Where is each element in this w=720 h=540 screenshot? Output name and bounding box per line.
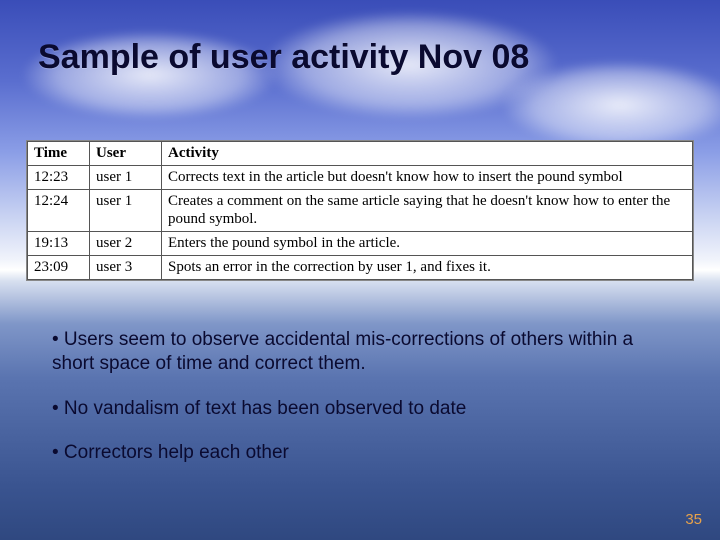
cell-activity: Creates a comment on the same article sa…: [162, 189, 693, 232]
activity-table: Time User Activity 12:23 user 1 Corrects…: [27, 141, 693, 280]
table-row: 12:24 user 1 Creates a comment on the sa…: [28, 189, 693, 232]
cell-user: user 3: [90, 255, 162, 279]
table-header-row: Time User Activity: [28, 142, 693, 166]
col-time: Time: [28, 142, 90, 166]
cell-activity: Enters the pound symbol in the article.: [162, 232, 693, 256]
slide-title: Sample of user activity Nov 08: [38, 38, 682, 77]
table-row: 19:13 user 2 Enters the pound symbol in …: [28, 232, 693, 256]
slide: Sample of user activity Nov 08 Time User…: [0, 0, 720, 540]
col-user: User: [90, 142, 162, 166]
table-row: 12:23 user 1 Corrects text in the articl…: [28, 165, 693, 189]
col-activity: Activity: [162, 142, 693, 166]
page-number: 35: [685, 511, 702, 528]
bullet-item: • Users seem to observe accidental mis-c…: [52, 328, 668, 377]
cell-time: 12:23: [28, 165, 90, 189]
cell-user: user 1: [90, 165, 162, 189]
bullet-item: • Correctors help each other: [52, 441, 668, 465]
cell-time: 19:13: [28, 232, 90, 256]
activity-table-wrap: Time User Activity 12:23 user 1 Corrects…: [26, 140, 694, 281]
cell-time: 12:24: [28, 189, 90, 232]
bullet-list: • Users seem to observe accidental mis-c…: [52, 328, 668, 485]
cell-activity: Spots an error in the correction by user…: [162, 255, 693, 279]
cell-time: 23:09: [28, 255, 90, 279]
cell-user: user 1: [90, 189, 162, 232]
table-row: 23:09 user 3 Spots an error in the corre…: [28, 255, 693, 279]
bullet-item: • No vandalism of text has been observed…: [52, 397, 668, 421]
cell-user: user 2: [90, 232, 162, 256]
cell-activity: Corrects text in the article but doesn't…: [162, 165, 693, 189]
